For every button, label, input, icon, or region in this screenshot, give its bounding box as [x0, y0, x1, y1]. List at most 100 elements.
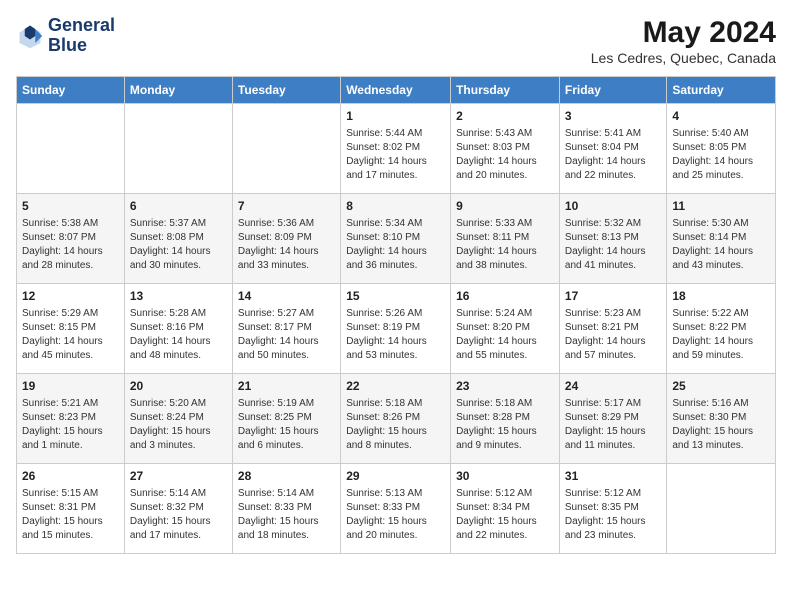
calendar-cell: 4 Sunrise: 5:40 AM Sunset: 8:05 PM Daylig…	[667, 104, 776, 194]
day-number: 23	[456, 378, 554, 395]
calendar-cell: 14 Sunrise: 5:27 AM Sunset: 8:17 PM Dayli…	[232, 284, 340, 374]
calendar-cell: 11 Sunrise: 5:30 AM Sunset: 8:14 PM Dayli…	[667, 194, 776, 284]
logo-text: General Blue	[48, 16, 115, 56]
day-info: Sunrise: 5:23 AM Sunset: 8:21 PM Dayligh…	[565, 307, 661, 363]
day-info: Sunrise: 5:19 AM Sunset: 8:25 PM Dayligh…	[238, 397, 335, 453]
calendar-cell: 26 Sunrise: 5:15 AM Sunset: 8:31 PM Dayli…	[17, 464, 125, 554]
calendar-cell: 27Sunrise: 5:14 AM Sunset: 8:32 PM Dayli…	[124, 464, 232, 554]
calendar-cell	[667, 464, 776, 554]
calendar-cell	[17, 104, 125, 194]
day-number: 29	[346, 468, 445, 485]
day-number: 17	[565, 288, 661, 305]
day-number: 12	[22, 288, 119, 305]
week-row-5: 26 Sunrise: 5:15 AM Sunset: 8:31 PM Dayli…	[17, 464, 776, 554]
day-info: Sunrise: 5:37 AM Sunset: 8:08 PM Dayligh…	[130, 217, 227, 273]
day-info: Sunrise: 5:28 AM Sunset: 8:16 PM Dayligh…	[130, 307, 227, 363]
calendar-cell: 16Sunrise: 5:24 AM Sunset: 8:20 PM Dayli…	[451, 284, 560, 374]
day-number: 20	[130, 378, 227, 395]
calendar-cell: 15 Sunrise: 5:26 AM Sunset: 8:19 PM Dayli…	[341, 284, 451, 374]
day-number: 26	[22, 468, 119, 485]
day-number: 2	[456, 108, 554, 125]
calendar-cell: 2 Sunrise: 5:43 AM Sunset: 8:03 PM Daylig…	[451, 104, 560, 194]
calendar-cell: 28 Sunrise: 5:14 AM Sunset: 8:33 PM Dayli…	[232, 464, 340, 554]
col-header-friday: Friday	[559, 77, 666, 104]
calendar-cell: 20 Sunrise: 5:20 AM Sunset: 8:24 PM Dayli…	[124, 374, 232, 464]
week-row-1: 1Sunrise: 5:44 AM Sunset: 8:02 PM Daylig…	[17, 104, 776, 194]
calendar-cell: 9 Sunrise: 5:33 AM Sunset: 8:11 PM Daylig…	[451, 194, 560, 284]
calendar-cell: 19 Sunrise: 5:21 AM Sunset: 8:23 PM Dayli…	[17, 374, 125, 464]
day-number: 30	[456, 468, 554, 485]
day-number: 25	[672, 378, 770, 395]
day-info: Sunrise: 5:12 AM Sunset: 8:35 PM Dayligh…	[565, 487, 661, 543]
calendar-cell: 10Sunrise: 5:32 AM Sunset: 8:13 PM Dayli…	[559, 194, 666, 284]
calendar-cell: 30 Sunrise: 5:12 AM Sunset: 8:34 PM Dayli…	[451, 464, 560, 554]
day-number: 13	[130, 288, 227, 305]
calendar-cell: 25Sunrise: 5:16 AM Sunset: 8:30 PM Dayli…	[667, 374, 776, 464]
day-number: 24	[565, 378, 661, 395]
col-header-saturday: Saturday	[667, 77, 776, 104]
day-number: 5	[22, 198, 119, 215]
day-info: Sunrise: 5:15 AM Sunset: 8:31 PM Dayligh…	[22, 487, 119, 543]
calendar-cell: 3 Sunrise: 5:41 AM Sunset: 8:04 PM Daylig…	[559, 104, 666, 194]
day-info: Sunrise: 5:43 AM Sunset: 8:03 PM Dayligh…	[456, 127, 554, 183]
day-number: 21	[238, 378, 335, 395]
day-number: 28	[238, 468, 335, 485]
day-info: Sunrise: 5:27 AM Sunset: 8:17 PM Dayligh…	[238, 307, 335, 363]
day-number: 15	[346, 288, 445, 305]
day-number: 1	[346, 108, 445, 125]
day-number: 11	[672, 198, 770, 215]
day-info: Sunrise: 5:20 AM Sunset: 8:24 PM Dayligh…	[130, 397, 227, 453]
day-number: 18	[672, 288, 770, 305]
location: Les Cedres, Quebec, Canada	[591, 50, 776, 66]
day-info: Sunrise: 5:13 AM Sunset: 8:33 PM Dayligh…	[346, 487, 445, 543]
day-info: Sunrise: 5:41 AM Sunset: 8:04 PM Dayligh…	[565, 127, 661, 183]
logo: General Blue	[16, 16, 115, 56]
day-info: Sunrise: 5:26 AM Sunset: 8:19 PM Dayligh…	[346, 307, 445, 363]
day-number: 10	[565, 198, 661, 215]
calendar-cell: 17 Sunrise: 5:23 AM Sunset: 8:21 PM Dayli…	[559, 284, 666, 374]
calendar-cell	[232, 104, 340, 194]
week-row-2: 5 Sunrise: 5:38 AM Sunset: 8:07 PM Daylig…	[17, 194, 776, 284]
day-info: Sunrise: 5:14 AM Sunset: 8:33 PM Dayligh…	[238, 487, 335, 543]
month-title: May 2024	[591, 16, 776, 50]
calendar-cell: 18 Sunrise: 5:22 AM Sunset: 8:22 PM Dayli…	[667, 284, 776, 374]
calendar-cell: 12 Sunrise: 5:29 AM Sunset: 8:15 PM Dayli…	[17, 284, 125, 374]
header-row: SundayMondayTuesdayWednesdayThursdayFrid…	[17, 77, 776, 104]
week-row-3: 12 Sunrise: 5:29 AM Sunset: 8:15 PM Dayli…	[17, 284, 776, 374]
day-info: Sunrise: 5:29 AM Sunset: 8:15 PM Dayligh…	[22, 307, 119, 363]
day-info: Sunrise: 5:38 AM Sunset: 8:07 PM Dayligh…	[22, 217, 119, 273]
calendar-cell: 21 Sunrise: 5:19 AM Sunset: 8:25 PM Dayli…	[232, 374, 340, 464]
col-header-monday: Monday	[124, 77, 232, 104]
calendar-cell: 23Sunrise: 5:18 AM Sunset: 8:28 PM Dayli…	[451, 374, 560, 464]
day-number: 6	[130, 198, 227, 215]
calendar-cell: 24Sunrise: 5:17 AM Sunset: 8:29 PM Dayli…	[559, 374, 666, 464]
day-number: 8	[346, 198, 445, 215]
day-number: 4	[672, 108, 770, 125]
col-header-tuesday: Tuesday	[232, 77, 340, 104]
calendar-cell: 22Sunrise: 5:18 AM Sunset: 8:26 PM Dayli…	[341, 374, 451, 464]
calendar-cell	[124, 104, 232, 194]
day-info: Sunrise: 5:33 AM Sunset: 8:11 PM Dayligh…	[456, 217, 554, 273]
day-number: 22	[346, 378, 445, 395]
day-info: Sunrise: 5:22 AM Sunset: 8:22 PM Dayligh…	[672, 307, 770, 363]
day-info: Sunrise: 5:14 AM Sunset: 8:32 PM Dayligh…	[130, 487, 227, 543]
calendar-cell: 7Sunrise: 5:36 AM Sunset: 8:09 PM Daylig…	[232, 194, 340, 284]
col-header-wednesday: Wednesday	[341, 77, 451, 104]
day-number: 3	[565, 108, 661, 125]
calendar-cell: 29 Sunrise: 5:13 AM Sunset: 8:33 PM Dayli…	[341, 464, 451, 554]
day-info: Sunrise: 5:12 AM Sunset: 8:34 PM Dayligh…	[456, 487, 554, 543]
day-info: Sunrise: 5:21 AM Sunset: 8:23 PM Dayligh…	[22, 397, 119, 453]
day-number: 9	[456, 198, 554, 215]
week-row-4: 19 Sunrise: 5:21 AM Sunset: 8:23 PM Dayli…	[17, 374, 776, 464]
calendar-table: SundayMondayTuesdayWednesdayThursdayFrid…	[16, 76, 776, 554]
day-info: Sunrise: 5:30 AM Sunset: 8:14 PM Dayligh…	[672, 217, 770, 273]
title-area: May 2024 Les Cedres, Quebec, Canada	[591, 16, 776, 66]
calendar-cell: 1Sunrise: 5:44 AM Sunset: 8:02 PM Daylig…	[341, 104, 451, 194]
logo-icon	[16, 22, 44, 50]
page-header: General Blue May 2024 Les Cedres, Quebec…	[16, 16, 776, 66]
day-info: Sunrise: 5:40 AM Sunset: 8:05 PM Dayligh…	[672, 127, 770, 183]
day-info: Sunrise: 5:36 AM Sunset: 8:09 PM Dayligh…	[238, 217, 335, 273]
day-number: 14	[238, 288, 335, 305]
col-header-sunday: Sunday	[17, 77, 125, 104]
day-number: 19	[22, 378, 119, 395]
